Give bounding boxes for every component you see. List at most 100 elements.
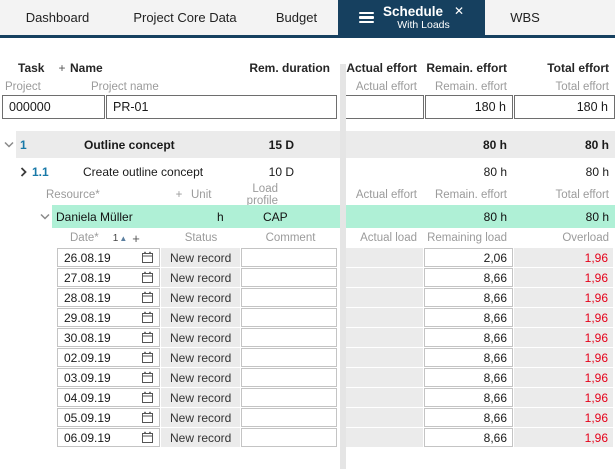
comment-cell[interactable] xyxy=(241,248,337,267)
comment-cell[interactable] xyxy=(241,368,337,387)
actual-load-cell[interactable] xyxy=(346,388,423,407)
date-cell[interactable]: 06.09.19 xyxy=(57,428,160,447)
actual-load-cell[interactable] xyxy=(346,348,423,367)
task-total-effort: 80 h xyxy=(585,164,609,179)
date-cell[interactable]: 30.08.19 xyxy=(57,328,160,347)
chevron-down-icon[interactable] xyxy=(38,213,52,220)
comment-cell[interactable] xyxy=(241,308,337,327)
overload-cell[interactable]: 1,96 xyxy=(514,288,613,307)
status-cell[interactable]: New record xyxy=(161,348,240,367)
calendar-icon[interactable] xyxy=(141,371,154,384)
project-name-field[interactable] xyxy=(106,95,337,119)
status-cell[interactable]: New record xyxy=(161,368,240,387)
overload-value: 1,96 xyxy=(584,350,608,365)
remaining-load-cell[interactable]: 8,66 xyxy=(424,388,513,407)
sort-control[interactable]: 1 ▲ + xyxy=(113,231,140,246)
status-cell[interactable]: New record xyxy=(161,268,240,287)
overload-cell[interactable]: 1,96 xyxy=(514,388,613,407)
remaining-load-cell[interactable]: 8,66 xyxy=(424,328,513,347)
date-cell[interactable]: 05.09.19 xyxy=(57,408,160,427)
status-cell[interactable]: New record xyxy=(161,388,240,407)
date-cell[interactable]: 03.09.19 xyxy=(57,368,160,387)
tab-schedule[interactable]: Schedule ✕ With Loads xyxy=(338,0,485,35)
actual-load-cell[interactable] xyxy=(346,248,423,267)
status-cell[interactable]: New record xyxy=(161,308,240,327)
overload-cell[interactable]: 1,96 xyxy=(514,348,613,367)
tab-project-core-data[interactable]: Project Core Data xyxy=(115,0,255,35)
date-cell[interactable]: 28.08.19 xyxy=(57,288,160,307)
actual-load-cell[interactable] xyxy=(346,428,423,447)
calendar-icon[interactable] xyxy=(141,291,154,304)
status-cell[interactable]: New record xyxy=(161,248,240,267)
overload-cell[interactable]: 1,96 xyxy=(514,248,613,267)
date-cell[interactable]: 04.09.19 xyxy=(57,388,160,407)
overload-cell[interactable]: 1,96 xyxy=(514,328,613,347)
remaining-load-cell[interactable]: 8,66 xyxy=(424,308,513,327)
calendar-icon[interactable] xyxy=(141,331,154,344)
actual-load-cell[interactable] xyxy=(346,408,423,427)
comment-cell[interactable] xyxy=(241,388,337,407)
overload-cell[interactable]: 1,96 xyxy=(514,308,613,327)
tab-schedule-label: Schedule xyxy=(382,3,443,19)
comment-cell[interactable] xyxy=(241,288,337,307)
task-row-1[interactable]: 1 Outline concept 15 D 80 h 80 h xyxy=(0,131,615,158)
resource-name: Daniela Müller xyxy=(56,209,133,224)
task-row-1-1[interactable]: 1.1 Create outline concept 10 D 80 h 80 … xyxy=(0,158,615,185)
comment-cell[interactable] xyxy=(241,328,337,347)
remaining-load-cell[interactable]: 8,66 xyxy=(424,368,513,387)
add-task-button[interactable]: + xyxy=(54,61,70,75)
calendar-icon[interactable] xyxy=(141,311,154,324)
remaining-load-cell[interactable]: 8,66 xyxy=(424,348,513,367)
overload-cell[interactable]: 1,96 xyxy=(514,408,613,427)
tab-budget[interactable]: Budget xyxy=(255,0,338,35)
actual-load-cell[interactable] xyxy=(346,368,423,387)
status-cell[interactable]: New record xyxy=(161,408,240,427)
chevron-right-icon[interactable] xyxy=(16,166,30,177)
date-cell[interactable]: 29.08.19 xyxy=(57,308,160,327)
remaining-load-cell[interactable]: 8,66 xyxy=(424,268,513,287)
project-id-field[interactable] xyxy=(2,95,105,119)
calendar-icon[interactable] xyxy=(141,251,154,264)
resource-row[interactable]: Daniela Müller h CAP 80 h 80 h xyxy=(0,205,615,228)
menu-icon[interactable] xyxy=(358,11,374,24)
project-remain-effort-field[interactable] xyxy=(425,95,513,119)
add-load-record-button[interactable]: + xyxy=(132,231,140,246)
status-value: New record xyxy=(170,330,232,345)
comment-cell[interactable] xyxy=(241,348,337,367)
overload-cell[interactable]: 1,96 xyxy=(514,268,613,287)
col-total-effort: Total effort xyxy=(547,61,609,75)
calendar-icon[interactable] xyxy=(141,391,154,404)
project-total-effort-field[interactable] xyxy=(514,95,615,119)
actual-load-cell[interactable] xyxy=(346,268,423,287)
status-cell[interactable]: New record xyxy=(161,428,240,447)
comment-cell[interactable] xyxy=(241,408,337,427)
project-actual-effort-field[interactable] xyxy=(345,95,424,119)
date-cell[interactable]: 26.08.19 xyxy=(57,248,160,267)
actual-load-cell[interactable] xyxy=(346,328,423,347)
col-remain-effort-res: Remain. effort xyxy=(434,189,507,201)
remaining-load-cell[interactable]: 8,66 xyxy=(424,428,513,447)
status-cell[interactable]: New record xyxy=(161,328,240,347)
remaining-load-cell[interactable]: 8,66 xyxy=(424,408,513,427)
tab-dashboard[interactable]: Dashboard xyxy=(0,0,115,35)
overload-cell[interactable]: 1,96 xyxy=(514,428,613,447)
close-icon[interactable]: ✕ xyxy=(454,4,464,19)
tab-wbs[interactable]: WBS xyxy=(485,0,565,35)
chevron-down-icon[interactable] xyxy=(2,141,16,148)
calendar-icon[interactable] xyxy=(141,431,154,444)
calendar-icon[interactable] xyxy=(141,411,154,424)
comment-cell[interactable] xyxy=(241,268,337,287)
remaining-load-cell[interactable]: 2,06 xyxy=(424,248,513,267)
actual-load-cell[interactable] xyxy=(346,308,423,327)
calendar-icon[interactable] xyxy=(141,271,154,284)
remaining-load-cell[interactable]: 8,66 xyxy=(424,288,513,307)
calendar-icon[interactable] xyxy=(141,351,154,364)
date-cell[interactable]: 27.08.19 xyxy=(57,268,160,287)
status-cell[interactable]: New record xyxy=(161,288,240,307)
load-row: 04.09.19 New record 8,66 1,96 xyxy=(0,388,615,407)
add-resource-button[interactable]: + xyxy=(173,189,185,201)
overload-cell[interactable]: 1,96 xyxy=(514,368,613,387)
comment-cell[interactable] xyxy=(241,428,337,447)
actual-load-cell[interactable] xyxy=(346,288,423,307)
date-cell[interactable]: 02.09.19 xyxy=(57,348,160,367)
